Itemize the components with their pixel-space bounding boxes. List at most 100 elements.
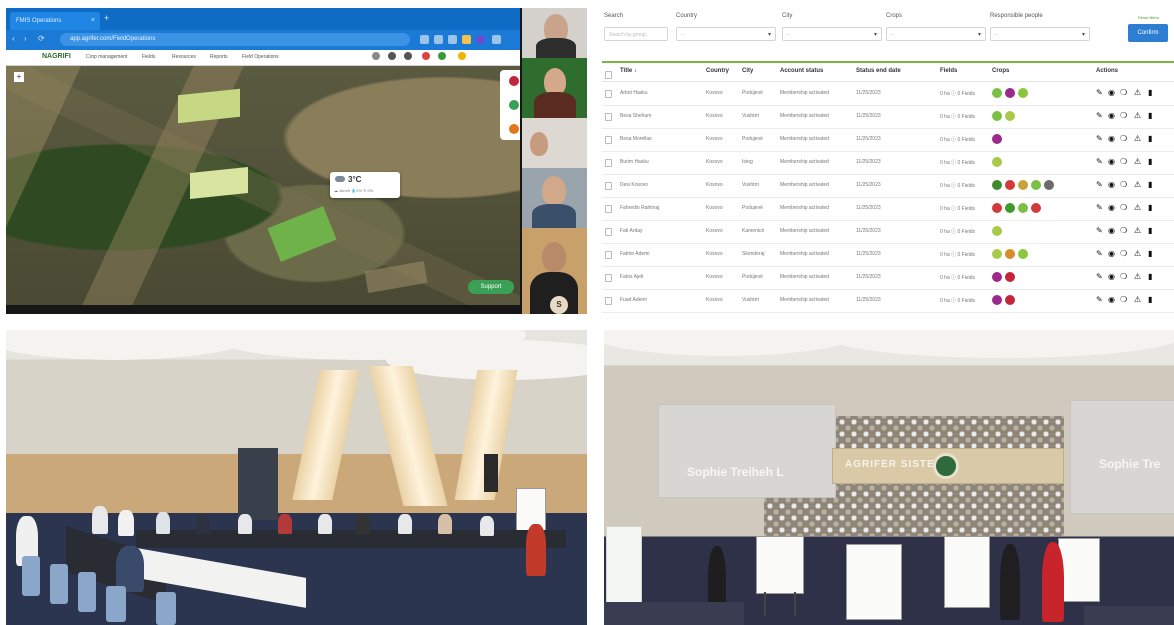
table-row[interactable]: Fahredin Rahimaj Kosovo Podujevë Membership… (602, 197, 1174, 221)
table-row[interactable]: Burim Hasku Kosovo Istog Membership activat… (602, 151, 1174, 175)
cell-title[interactable]: Arbnt Hasku (620, 90, 648, 96)
comments-icon[interactable]: ❍ (1120, 226, 1127, 236)
eye-icon[interactable]: ◉ (1108, 134, 1115, 144)
extension-icon[interactable] (448, 35, 457, 44)
comments-icon[interactable]: ❍ (1120, 249, 1127, 259)
confirm-button[interactable]: Confirm (1128, 24, 1168, 42)
participant-tile[interactable] (522, 8, 587, 58)
trash-icon[interactable]: ▮ (1148, 157, 1152, 167)
cell-title[interactable]: Fatmir Ademi (620, 251, 649, 257)
map-field[interactable] (267, 206, 337, 262)
table-row[interactable]: Fatmir Ademi Kosovo Skenderaj Membership ac… (602, 243, 1174, 267)
cell-title[interactable]: Fati Arday (620, 228, 643, 234)
user-avatar[interactable] (458, 52, 466, 60)
eye-icon[interactable]: ◉ (1108, 226, 1115, 236)
pencil-icon[interactable]: ✎ (1096, 134, 1103, 144)
pencil-icon[interactable]: ✎ (1096, 180, 1103, 190)
row-checkbox[interactable] (605, 251, 612, 259)
trash-icon[interactable]: ▮ (1148, 295, 1152, 305)
nav-field-operations[interactable]: Field Operations (242, 54, 279, 60)
cell-title[interactable]: Burim Hasku (620, 159, 649, 165)
search-input[interactable]: Search by group... (604, 27, 668, 41)
row-checkbox[interactable] (605, 297, 612, 305)
layer-toggle[interactable] (509, 76, 519, 86)
nav-resources[interactable]: Resources (172, 54, 196, 60)
row-checkbox[interactable] (605, 113, 612, 121)
participant-tile[interactable] (522, 58, 587, 118)
extension-icon[interactable] (462, 35, 471, 44)
status-icon[interactable] (438, 52, 446, 60)
row-checkbox[interactable] (605, 274, 612, 282)
warning-icon[interactable]: ⚠ (1134, 203, 1141, 213)
comments-icon[interactable]: ❍ (1120, 295, 1127, 305)
pencil-icon[interactable]: ✎ (1096, 203, 1103, 213)
help-icon[interactable] (388, 52, 396, 60)
cell-title[interactable]: Fuad Ademi (620, 297, 647, 303)
map-field[interactable] (178, 88, 240, 124)
zoom-in-button[interactable]: + (14, 72, 24, 82)
eye-icon[interactable]: ◉ (1108, 111, 1115, 121)
trash-icon[interactable]: ▮ (1148, 203, 1152, 213)
cell-title[interactable]: Fatos Ajeti (620, 274, 643, 280)
column-header-status-end-date[interactable]: Status end date (856, 68, 901, 74)
warning-icon[interactable]: ⚠ (1134, 249, 1141, 259)
warning-icon[interactable]: ⚠ (1134, 88, 1141, 98)
comments-icon[interactable]: ❍ (1120, 88, 1127, 98)
warning-icon[interactable]: ⚠ (1134, 295, 1141, 305)
country-select[interactable]: -- ▾ (676, 27, 776, 41)
row-checkbox[interactable] (605, 182, 612, 190)
table-row[interactable]: Besa Morellas Kosovo Podujevë Membership ac… (602, 128, 1174, 152)
support-button[interactable]: Support (468, 280, 514, 294)
trash-icon[interactable]: ▮ (1148, 180, 1152, 190)
pencil-icon[interactable]: ✎ (1096, 88, 1103, 98)
row-checkbox[interactable] (605, 159, 612, 167)
column-header-fields[interactable]: Fields (940, 68, 957, 74)
participant-tile[interactable] (522, 168, 587, 228)
eye-icon[interactable]: ◉ (1108, 88, 1115, 98)
comments-icon[interactable]: ❍ (1120, 134, 1127, 144)
satellite-map[interactable] (6, 66, 520, 305)
pencil-icon[interactable]: ✎ (1096, 295, 1103, 305)
profile-icon[interactable] (476, 35, 485, 44)
nav-fields[interactable]: Fields (142, 54, 155, 60)
table-row[interactable]: Arbnt Hasku Kosovo Podujevë Membership acti… (602, 82, 1174, 106)
responsible-people-select[interactable]: -- ▾ (990, 27, 1090, 41)
column-header-city[interactable]: City (742, 68, 753, 74)
row-checkbox[interactable] (605, 136, 612, 144)
cell-title[interactable]: Desi Kosovo (620, 182, 648, 188)
trash-icon[interactable]: ▮ (1148, 226, 1152, 236)
back-icon[interactable]: ‹ (12, 34, 15, 43)
alert-icon[interactable] (422, 52, 430, 60)
warning-icon[interactable]: ⚠ (1134, 134, 1141, 144)
cell-title[interactable]: Besa Shehum (620, 113, 651, 119)
table-row[interactable]: Fuad Ademi Kosovo Vushtrri Membership activ… (602, 289, 1174, 313)
reset-filters-link[interactable]: Reset filters (1138, 15, 1159, 20)
participant-tile[interactable] (522, 118, 587, 168)
table-row[interactable]: Besa Shehum Kosovo Vushtrri Membership acti… (602, 105, 1174, 129)
new-tab-button[interactable]: + (104, 13, 109, 23)
extension-icon[interactable] (434, 35, 443, 44)
cell-title[interactable]: Fahredin Rahimaj (620, 205, 659, 211)
pencil-icon[interactable]: ✎ (1096, 249, 1103, 259)
address-bar[interactable]: app.agrifer.com/FieldOperations (60, 33, 410, 46)
notification-icon[interactable] (404, 52, 412, 60)
nav-crop-management[interactable]: Crop management (86, 54, 127, 60)
layer-toggle[interactable] (509, 124, 519, 134)
table-row[interactable]: Desi Kosovo Kosovo Vushtrri Membership acti… (602, 174, 1174, 198)
nav-reports[interactable]: Reports (210, 54, 228, 60)
trash-icon[interactable]: ▮ (1148, 272, 1152, 282)
warning-icon[interactable]: ⚠ (1134, 272, 1141, 282)
city-select[interactable]: -- ▾ (782, 27, 882, 41)
select-all-checkbox[interactable] (605, 71, 612, 79)
crops-select[interactable]: -- ▾ (886, 27, 986, 41)
comments-icon[interactable]: ❍ (1120, 157, 1127, 167)
warning-icon[interactable]: ⚠ (1134, 111, 1141, 121)
pencil-icon[interactable]: ✎ (1096, 111, 1103, 121)
trash-icon[interactable]: ▮ (1148, 111, 1152, 121)
reload-icon[interactable]: ⟳ (38, 34, 45, 43)
comments-icon[interactable]: ❍ (1120, 272, 1127, 282)
trash-icon[interactable]: ▮ (1148, 249, 1152, 259)
trash-icon[interactable]: ▮ (1148, 88, 1152, 98)
table-row[interactable]: Fatos Ajeti Kosovo Podujevë Membership acti… (602, 266, 1174, 290)
map-field[interactable] (190, 166, 248, 200)
